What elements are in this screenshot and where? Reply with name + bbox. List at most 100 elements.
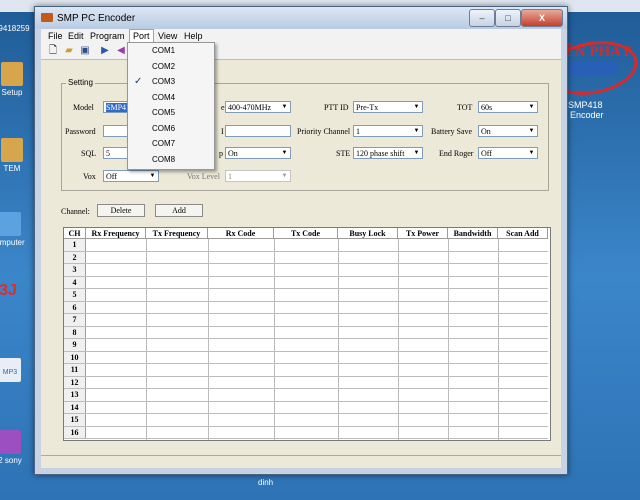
end-roger-label: End Roger bbox=[439, 149, 474, 158]
desktop-right-label: SMP418 bbox=[568, 100, 603, 110]
row-number: 5 bbox=[64, 289, 86, 301]
table-row[interactable]: 5 bbox=[64, 289, 548, 302]
battery-save-value: On bbox=[481, 127, 491, 136]
open-folder-icon[interactable]: ▰ bbox=[63, 45, 75, 56]
ani-label: I bbox=[221, 127, 224, 136]
table-row[interactable]: 4 bbox=[64, 276, 548, 289]
battery-save-select[interactable]: On ▼ bbox=[478, 125, 538, 137]
table-row[interactable]: 12 bbox=[64, 376, 548, 389]
frequency-select[interactable]: 400-470MHz ▼ bbox=[225, 101, 291, 113]
column-header-rx-frequency: Rx Frequency bbox=[86, 228, 146, 239]
port-menu-item-com4[interactable]: COM4 bbox=[128, 90, 214, 105]
port-menu-dropdown: COM1 COM2 ✓ COM3 COM4 COM5 COM6 COM7 COM8 bbox=[127, 42, 215, 170]
ptt-id-value: Pre-Tx bbox=[356, 103, 379, 112]
row-number: 8 bbox=[64, 326, 86, 338]
table-row[interactable]: 10 bbox=[64, 351, 548, 364]
table-row[interactable]: 14 bbox=[64, 401, 548, 414]
chevron-down-icon: ▼ bbox=[413, 104, 420, 110]
column-header-bandwidth: Bandwidth bbox=[448, 228, 498, 239]
desktop-icon-computer[interactable]: omputer bbox=[0, 212, 28, 248]
table-row[interactable]: 13 bbox=[64, 389, 548, 402]
ste-select[interactable]: 120 phase shift ▼ bbox=[353, 147, 423, 159]
window-title: SMP PC Encoder bbox=[57, 13, 136, 24]
vox-select[interactable]: Off ▼ bbox=[103, 170, 159, 182]
delete-channel-button[interactable]: Delete bbox=[97, 204, 145, 217]
row-number: 10 bbox=[64, 351, 86, 363]
column-header-tx-code: Tx Code bbox=[274, 228, 338, 239]
ptt-id-label: PTT ID bbox=[324, 103, 349, 112]
menu-program[interactable]: Program bbox=[87, 30, 128, 42]
priority-channel-select[interactable]: 1 ▼ bbox=[353, 125, 423, 137]
tot-value: 60s bbox=[481, 103, 493, 112]
archive-icon bbox=[0, 430, 21, 454]
close-button[interactable]: X bbox=[521, 9, 563, 27]
read-radio-icon[interactable]: ▶ bbox=[99, 45, 111, 56]
column-header-tx-power: Tx Power bbox=[398, 228, 448, 239]
menu-edit[interactable]: Edit bbox=[65, 30, 87, 42]
write-radio-icon[interactable]: ◀ bbox=[115, 45, 127, 56]
add-channel-button[interactable]: Add bbox=[155, 204, 203, 217]
row-number: 9 bbox=[64, 339, 86, 351]
chevron-down-icon: ▼ bbox=[413, 128, 420, 134]
desktop-icon-tem[interactable]: TEM bbox=[0, 138, 30, 174]
row-number: 16 bbox=[64, 426, 86, 438]
beep-select[interactable]: On ▼ bbox=[225, 147, 291, 159]
row-number: 14 bbox=[64, 401, 86, 413]
desktop-icon-setup[interactable]: Setup bbox=[0, 62, 30, 98]
model-label: Model bbox=[73, 103, 94, 112]
table-row[interactable]: 2 bbox=[64, 251, 548, 264]
title-bar[interactable]: SMP PC Encoder – □ X bbox=[35, 7, 567, 29]
desktop-icon-mp3[interactable]: MP3 bbox=[0, 358, 28, 384]
desktop-icon-3j[interactable]: 3J bbox=[0, 283, 26, 299]
column-header-tx-frequency: Tx Frequency bbox=[146, 228, 208, 239]
table-row[interactable]: 7 bbox=[64, 314, 548, 327]
new-file-icon[interactable]: 🗋 bbox=[47, 45, 59, 56]
table-row[interactable]: 3 bbox=[64, 264, 548, 277]
maximize-button[interactable]: □ bbox=[495, 9, 521, 27]
port-menu-item-com7[interactable]: COM7 bbox=[128, 136, 214, 151]
menu-port[interactable]: Port bbox=[129, 29, 154, 43]
table-row[interactable]: 6 bbox=[64, 301, 548, 314]
desktop-icon-sony[interactable]: 2 sony bbox=[0, 430, 28, 466]
encoder-window: SMP PC Encoder – □ X File Edit Program P… bbox=[34, 6, 568, 475]
tot-select[interactable]: 60s ▼ bbox=[478, 101, 538, 113]
port-menu-item-com8[interactable]: COM8 bbox=[128, 152, 214, 167]
ste-label: STE bbox=[336, 149, 351, 158]
row-number: 1 bbox=[64, 239, 86, 251]
table-row[interactable]: 8 bbox=[64, 326, 548, 339]
app-icon bbox=[41, 13, 53, 22]
end-roger-select[interactable]: Off ▼ bbox=[478, 147, 538, 159]
port-menu-item-com1[interactable]: COM1 bbox=[128, 43, 214, 58]
table-row[interactable]: 16 bbox=[64, 426, 548, 439]
row-number: 3 bbox=[64, 264, 86, 276]
port-menu-item-com5[interactable]: COM5 bbox=[128, 105, 214, 120]
chevron-down-icon: ▼ bbox=[281, 104, 288, 110]
frequency-value: 400-470MHz bbox=[228, 103, 272, 112]
priority-channel-label: Priority Channel bbox=[297, 127, 351, 136]
table-row[interactable]: 15 bbox=[64, 414, 548, 427]
menu-help[interactable]: Help bbox=[181, 30, 206, 42]
ani-input[interactable] bbox=[225, 125, 291, 137]
desktop-right-label: Encoder bbox=[570, 110, 604, 120]
ptt-id-select[interactable]: Pre-Tx ▼ bbox=[353, 101, 423, 113]
port-menu-item-com6[interactable]: COM6 bbox=[128, 121, 214, 136]
row-number: 13 bbox=[64, 389, 86, 401]
port-menu-item-com3[interactable]: ✓ COM3 bbox=[128, 74, 214, 89]
port-menu-item-com2[interactable]: COM2 bbox=[128, 59, 214, 74]
save-icon[interactable]: ▣ bbox=[79, 45, 91, 56]
vox-value: Off bbox=[106, 172, 117, 181]
table-row[interactable]: 9 bbox=[64, 339, 548, 352]
table-row[interactable]: 11 bbox=[64, 364, 548, 377]
row-number: 7 bbox=[64, 314, 86, 326]
menu-view[interactable]: View bbox=[155, 30, 180, 42]
chevron-down-icon: ▼ bbox=[413, 150, 420, 156]
vox-level-select[interactable]: 1 ▼ bbox=[225, 170, 291, 182]
row-number: 6 bbox=[64, 301, 86, 313]
menu-file[interactable]: File bbox=[45, 30, 66, 42]
window-client: File Edit Program Port View Help 🗋 ▰ ▣ ▶… bbox=[41, 29, 561, 468]
minimize-button[interactable]: – bbox=[469, 9, 495, 27]
folder-icon bbox=[1, 62, 23, 86]
computer-icon bbox=[0, 212, 21, 236]
desktop-icon-1[interactable]: 9418259 bbox=[0, 24, 32, 34]
table-row[interactable]: 1 bbox=[64, 239, 548, 252]
